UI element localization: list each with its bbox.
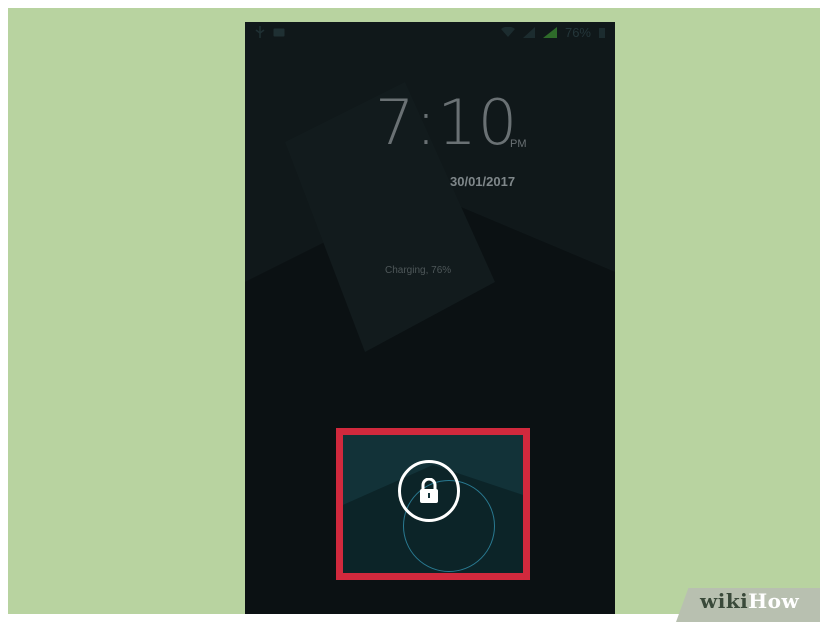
status-bar: 76% — [245, 22, 615, 42]
watermark-how: How — [748, 589, 800, 613]
lock-screen: 76% 7:10 PM 30/01/2017 Charging, 76% — [245, 22, 615, 614]
charging-status: Charging, 76% — [385, 265, 452, 276]
image-icon — [273, 28, 285, 37]
wikihow-watermark: wikiHow — [700, 589, 799, 613]
watermark-wiki: wiki — [700, 589, 749, 613]
lock-date: 30/01/2017 — [450, 174, 516, 189]
lock-icon — [418, 478, 440, 504]
battery-icon — [599, 27, 605, 38]
illustration-background: 76% 7:10 PM 30/01/2017 Charging, 76% — [8, 8, 820, 614]
signal-icon — [542, 26, 557, 38]
battery-percent: 76% — [564, 24, 591, 40]
wifi-icon — [500, 26, 515, 38]
lock-clock: 7:10 PM — [375, 92, 545, 162]
unlock-highlight-box — [336, 428, 530, 580]
usb-icon — [255, 26, 265, 38]
signal-icon — [522, 26, 535, 38]
clock-am-pm: PM — [510, 138, 527, 150]
unlock-button[interactable] — [398, 460, 460, 522]
